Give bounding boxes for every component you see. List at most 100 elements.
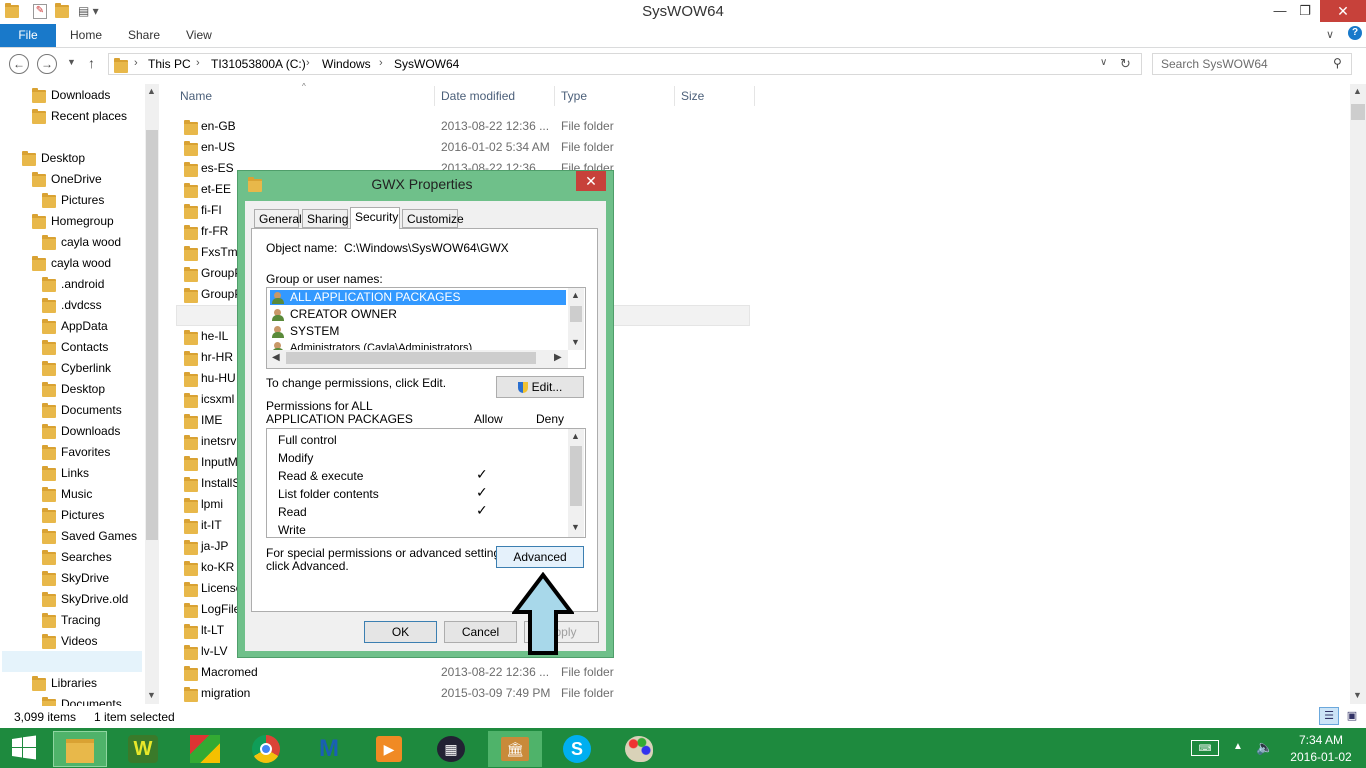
recent-locations-icon[interactable]: ▼ <box>67 57 76 67</box>
nav-item[interactable]: Libraries <box>0 673 158 693</box>
column-divider[interactable] <box>674 86 675 106</box>
taskbar-skype-icon[interactable]: S <box>550 731 604 767</box>
user-list-vthumb[interactable] <box>570 306 582 322</box>
user-item-all-app-packages[interactable]: ALL APPLICATION PACKAGES <box>272 290 461 305</box>
breadcrumb-separator-icon[interactable]: › <box>196 57 200 69</box>
tab-share[interactable]: Share <box>128 24 160 47</box>
nav-item[interactable]: Pictures <box>0 190 158 210</box>
nav-item[interactable]: Videos <box>0 631 158 651</box>
nav-item[interactable]: Favorites <box>0 442 158 462</box>
breadcrumb-separator-icon[interactable]: › <box>306 57 310 69</box>
taskbar-w-app-icon[interactable]: W <box>116 731 170 767</box>
nav-item[interactable]: Searches <box>0 547 158 567</box>
clock-date[interactable]: 2016-01-02 <box>1286 750 1356 764</box>
user-item-administrators[interactable]: Administrators (Cayla\Administrators) <box>272 341 472 350</box>
details-view-icon[interactable]: ☰ <box>1319 707 1339 725</box>
nav-item[interactable]: Links <box>0 463 158 483</box>
file-row[interactable]: en-US 2016-01-02 5:34 AM File folder <box>178 137 752 158</box>
column-divider[interactable] <box>754 86 755 106</box>
nav-item[interactable]: .android <box>0 274 158 294</box>
show-hidden-icons-icon[interactable]: ▲ <box>1233 741 1243 752</box>
search-icon[interactable]: ⚲ <box>1333 56 1342 70</box>
file-scrollbar[interactable] <box>1350 84 1366 704</box>
column-date[interactable]: Date modified <box>441 89 515 103</box>
nav-item[interactable]: Pictures <box>0 505 158 525</box>
breadcrumb-syswow64[interactable]: SysWOW64 <box>394 57 459 71</box>
taskbar-control-panel-icon[interactable]: 🏛 <box>488 731 542 767</box>
forward-button[interactable]: → <box>37 54 57 74</box>
tab-view[interactable]: View <box>186 24 212 47</box>
column-name[interactable]: Name <box>180 89 212 103</box>
file-scroll-down-icon[interactable]: ▼ <box>1353 690 1362 700</box>
nav-item[interactable]: Homegroup <box>0 211 158 231</box>
file-scroll-up-icon[interactable]: ▲ <box>1353 86 1362 96</box>
breadcrumb-separator-icon[interactable]: › <box>379 57 383 69</box>
nav-scroll-down-icon[interactable]: ▼ <box>147 690 156 700</box>
nav-item[interactable]: Downloads <box>0 421 158 441</box>
nav-item[interactable]: Recent places <box>0 106 158 126</box>
nav-item[interactable]: cayla wood <box>0 232 158 252</box>
user-list-hthumb[interactable] <box>286 352 536 364</box>
tab-sharing[interactable]: Sharing <box>302 209 348 228</box>
user-item-system[interactable]: SYSTEM <box>272 324 339 339</box>
nav-item[interactable]: Contacts <box>0 337 158 357</box>
address-dropdown-icon[interactable]: ∨ <box>1100 57 1107 68</box>
windows-start-icon[interactable] <box>10 734 38 762</box>
navigation-pane[interactable]: Downloads Recent places Desktop OneDrive Pic… <box>0 84 160 706</box>
user-scroll-left-icon[interactable]: ◀ <box>272 352 280 363</box>
column-size[interactable]: Size <box>681 89 704 103</box>
dialog-close-button[interactable]: ✕ <box>576 171 606 191</box>
column-type[interactable]: Type <box>561 89 587 103</box>
large-icons-view-icon[interactable]: ▣ <box>1342 707 1362 725</box>
nav-item[interactable]: .dvdcss <box>0 295 158 315</box>
nav-item[interactable]: Cyberlink <box>0 358 158 378</box>
file-row[interactable]: migration 2015-03-09 7:49 PM File folder <box>178 683 752 704</box>
nav-item[interactable]: OneDrive <box>0 169 158 189</box>
nav-scroll-up-icon[interactable]: ▲ <box>147 86 156 96</box>
perm-scroll-down-icon[interactable]: ▼ <box>571 522 580 532</box>
tab-home[interactable]: Home <box>70 24 102 47</box>
up-button[interactable]: ↑ <box>88 55 95 71</box>
breadcrumb-this-pc[interactable]: This PC <box>148 57 191 71</box>
column-divider[interactable] <box>434 86 435 106</box>
file-row[interactable]: en-GB 2013-08-22 12:36 ... File folder <box>178 116 752 137</box>
nav-item[interactable]: Tracing <box>0 610 158 630</box>
nav-scrollbar-thumb[interactable] <box>146 130 158 540</box>
permissions-vthumb[interactable] <box>570 446 582 506</box>
taskbar-chrome-icon[interactable] <box>240 731 294 767</box>
file-scrollbar-thumb[interactable] <box>1351 104 1365 120</box>
file-row[interactable]: Macromed 2013-08-22 12:36 ... File folder <box>178 662 752 683</box>
perm-scroll-up-icon[interactable]: ▲ <box>571 431 580 441</box>
help-icon[interactable]: ? <box>1348 26 1362 40</box>
tab-general[interactable]: General <box>254 209 302 228</box>
nav-item[interactable]: Saved Games <box>0 526 158 546</box>
tab-customize[interactable]: Customize <box>402 209 464 228</box>
nav-item[interactable]: Documents <box>0 400 158 420</box>
taskbar-video-app-icon[interactable]: ▶ <box>362 731 416 767</box>
clock-time[interactable]: 7:34 AM <box>1290 733 1352 747</box>
breadcrumb-windows[interactable]: Windows <box>322 57 371 71</box>
nav-item[interactable]: Music <box>0 484 158 504</box>
keyboard-icon[interactable]: ⌨ <box>1191 740 1219 756</box>
taskbar-paint-icon[interactable] <box>612 731 666 767</box>
edit-button[interactable]: Edit... <box>496 376 584 398</box>
breadcrumb-separator-icon[interactable]: › <box>134 57 138 69</box>
close-button[interactable]: ✕ <box>1320 0 1366 22</box>
user-scroll-up-icon[interactable]: ▲ <box>571 290 580 300</box>
refresh-icon[interactable]: ↻ <box>1120 56 1131 72</box>
taskbar-film-app-icon[interactable]: ▦ <box>424 731 478 767</box>
ribbon-expand-icon[interactable]: ∨ <box>1326 28 1334 41</box>
nav-item[interactable]: SkyDrive <box>0 568 158 588</box>
nav-item[interactable]: cayla wood <box>0 253 158 273</box>
user-item-creator-owner[interactable]: CREATOR OWNER <box>272 307 397 322</box>
maximize-button[interactable]: ❐ <box>1290 0 1320 22</box>
column-divider[interactable] <box>554 86 555 106</box>
nav-item[interactable]: SkyDrive.old <box>0 589 158 609</box>
nav-item[interactable]: Desktop <box>0 379 158 399</box>
nav-item[interactable]: Downloads <box>0 85 158 105</box>
nav-item[interactable]: AppData <box>0 316 158 336</box>
ok-button[interactable]: OK <box>364 621 437 643</box>
nav-item[interactable]: Desktop <box>0 148 158 168</box>
volume-icon[interactable]: 🔈 <box>1256 739 1273 756</box>
taskbar-media-app-icon[interactable] <box>178 731 232 767</box>
